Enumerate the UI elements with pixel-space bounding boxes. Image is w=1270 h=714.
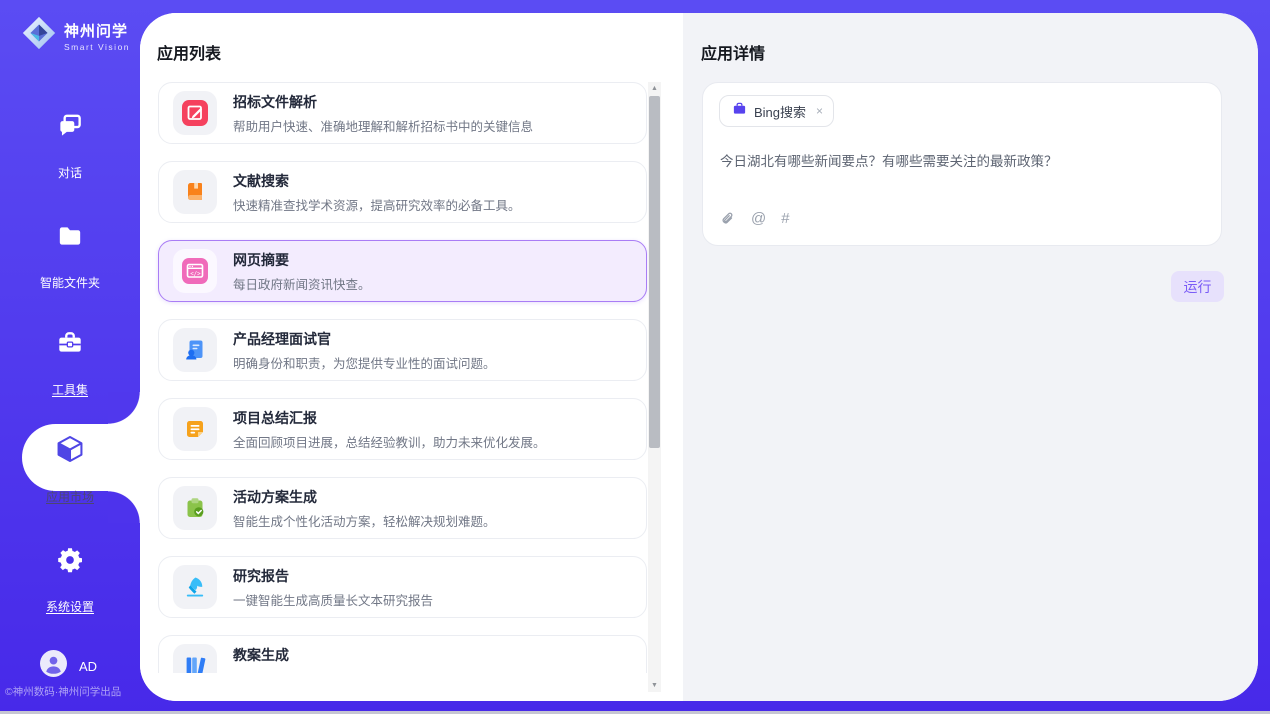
cube-icon xyxy=(0,433,140,465)
app-item-title: 教案生成 xyxy=(233,645,483,665)
app-item-title: 招标文件解析 xyxy=(233,92,533,112)
sidebar-item-label: 系统设置 xyxy=(46,598,94,615)
books-icon xyxy=(173,644,217,673)
toolbox-icon xyxy=(0,328,140,358)
gear-icon xyxy=(0,545,140,575)
tool-tag-label: Bing搜索 xyxy=(754,102,806,121)
app-list-panel: 应用列表 招标文件解析 帮助用户快速、准确地理解和解析招标书中的关键信息 文献搜… xyxy=(140,13,683,701)
main-content: 应用列表 招标文件解析 帮助用户快速、准确地理解和解析招标书中的关键信息 文献搜… xyxy=(140,13,1258,701)
app-item-description: 明确身份和职责，为您提供专业性的面试问题。 xyxy=(233,353,496,372)
svg-text:</>: </> xyxy=(190,272,201,278)
scroll-up-arrow[interactable]: ▲ xyxy=(648,82,661,95)
scroll-thumb[interactable] xyxy=(649,96,660,448)
app-list-item[interactable]: 文献搜索 快速精准查找学术资源，提高研究效率的必备工具。 xyxy=(158,161,647,223)
app-list-item[interactable]: 产品经理面试官 明确身份和职责，为您提供专业性的面试问题。 xyxy=(158,319,647,381)
sidebar-item-label: 对话 xyxy=(58,164,82,181)
pill-curve-top xyxy=(108,392,140,424)
close-icon[interactable]: × xyxy=(816,104,823,118)
attachment-toolbar: @ # xyxy=(720,210,790,227)
sidebar-item-settings[interactable]: 系统设置 xyxy=(0,545,140,616)
prompt-card[interactable]: Bing搜索 × 今日湖北有哪些新闻要点？有哪些需要关注的最新政策？ @ # xyxy=(702,82,1222,246)
sidebar: 神州问学 Smart Vision 对话 智能文件夹 xyxy=(0,0,140,714)
folder-icon xyxy=(0,221,140,251)
app-logo: 神州问学 Smart Vision xyxy=(20,14,130,57)
app-item-title: 研究报告 xyxy=(233,566,433,586)
user-name: AD xyxy=(79,659,97,674)
query-text[interactable]: 今日湖北有哪些新闻要点？有哪些需要关注的最新政策？ xyxy=(720,152,1206,172)
app-item-description: 快速精准查找学术资源，提高研究效率的必备工具。 xyxy=(233,195,521,214)
app-list-item[interactable]: 项目总结汇报 全面回顾项目进展，总结经验教训，助力未来优化发展。 xyxy=(158,398,647,460)
app-item-description: 每日政府新闻资讯快查。 xyxy=(233,274,371,293)
at-icon[interactable]: @ xyxy=(751,210,766,227)
app-item-description: 智能生成个性化活动方案，轻松解决规划难题。 xyxy=(233,511,496,530)
bid-doc-edit-icon xyxy=(173,91,217,135)
quill-icon xyxy=(173,565,217,609)
app-item-title: 项目总结汇报 xyxy=(233,408,546,428)
report-note-icon xyxy=(173,407,217,451)
app-item-description: 帮助用户快速、准确地理解和解析招标书中的关键信息 xyxy=(233,116,533,135)
app-item-title: 网页摘要 xyxy=(233,250,371,270)
app-item-title: 活动方案生成 xyxy=(233,487,496,507)
app-list: 招标文件解析 帮助用户快速、准确地理解和解析招标书中的关键信息 文献搜索 快速精… xyxy=(140,82,665,673)
sidebar-item-smart-folder[interactable]: 智能文件夹 xyxy=(0,221,140,292)
tool-tag-bing-search[interactable]: Bing搜索 × xyxy=(719,95,834,127)
book-icon xyxy=(173,170,217,214)
paperclip-icon[interactable] xyxy=(720,210,736,227)
app-list-item[interactable]: </> 网页摘要 每日政府新闻资讯快查。 xyxy=(158,240,647,302)
app-detail-panel: 应用详情 Bing搜索 × 今日湖北有哪些新闻要点？有哪些需要关注的最新政策？ xyxy=(683,13,1258,701)
app-list-item[interactable]: 招标文件解析 帮助用户快速、准确地理解和解析招标书中的关键信息 xyxy=(158,82,647,144)
hash-icon[interactable]: # xyxy=(781,210,789,227)
copyright-text: ©神州数码·神州问学出品 xyxy=(5,684,140,699)
chat-icon xyxy=(0,111,140,141)
sidebar-item-chat[interactable]: 对话 xyxy=(0,111,140,182)
scroll-down-arrow[interactable]: ▼ xyxy=(648,679,661,692)
app-item-description: 模板驱动，教案秒成，教学准备从此轻松快捷 xyxy=(233,669,483,674)
app-detail-title: 应用详情 xyxy=(701,40,765,64)
list-scrollbar[interactable]: ▲ ▼ xyxy=(648,82,661,692)
user-account[interactable]: AD xyxy=(40,650,97,682)
run-button[interactable]: 运行 xyxy=(1171,271,1224,302)
sidebar-item-toolkit[interactable]: 工具集 xyxy=(0,328,140,399)
interviewer-icon xyxy=(173,328,217,372)
sidebar-item-app-market[interactable]: 应用市场 xyxy=(0,433,140,506)
web-window-icon: </> xyxy=(173,249,217,293)
app-item-title: 产品经理面试官 xyxy=(233,329,496,349)
sidebar-item-label: 智能文件夹 xyxy=(40,274,100,291)
brand-diamond-icon xyxy=(20,14,58,57)
app-item-description: 一键智能生成高质量长文本研究报告 xyxy=(233,590,433,609)
avatar xyxy=(40,650,67,682)
app-list-item[interactable]: 活动方案生成 智能生成个性化活动方案，轻松解决规划难题。 xyxy=(158,477,647,539)
brand-subtitle: Smart Vision xyxy=(64,42,130,52)
briefcase-icon xyxy=(732,101,747,121)
app-list-item[interactable]: 研究报告 一键智能生成高质量长文本研究报告 xyxy=(158,556,647,618)
sidebar-item-label: 应用市场 xyxy=(46,488,94,505)
app-item-title: 文献搜索 xyxy=(233,171,521,191)
brand-name: 神州问学 xyxy=(64,20,130,41)
app-item-description: 全面回顾项目进展，总结经验教训，助力未来优化发展。 xyxy=(233,432,546,451)
app-list-title: 应用列表 xyxy=(157,40,221,64)
app-list-item[interactable]: 教案生成 模板驱动，教案秒成，教学准备从此轻松快捷 xyxy=(158,635,647,673)
clipboard-check-icon xyxy=(173,486,217,530)
sidebar-item-label: 工具集 xyxy=(52,381,88,398)
